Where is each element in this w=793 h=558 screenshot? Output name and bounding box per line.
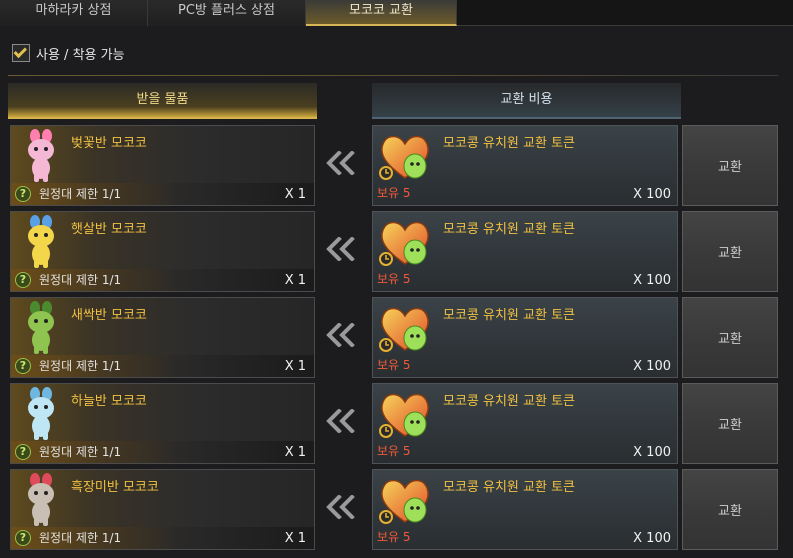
- owned-count: 보유 5: [377, 272, 411, 286]
- tab-mokoko-exchange[interactable]: 모코코 교환: [306, 0, 457, 26]
- owned-count: 보유 5: [377, 186, 411, 200]
- reward-name: 하늘반 모코코: [71, 394, 147, 409]
- reward-quantity: X 1: [284, 273, 306, 288]
- double-chevron-left-icon: [326, 323, 355, 347]
- heart-token-icon: [379, 393, 429, 438]
- question-icon[interactable]: ?: [15, 443, 31, 460]
- cost-slot[interactable]: 모코콩 유치원 교환 토큰 보유 5 X 100: [372, 297, 678, 378]
- cost-quantity: X 100: [633, 273, 671, 288]
- cost-quantity: X 100: [633, 445, 671, 460]
- reward-quantity: X 1: [284, 445, 306, 460]
- expedition-limit: ? 원정대 제한 1/1: [15, 357, 121, 374]
- reward-slot[interactable]: 벚꽃반 모코코 ? 원정대 제한 1/1 X 1: [10, 125, 315, 206]
- owned-count: 보유 5: [377, 530, 411, 544]
- limit-text: 원정대 제한 1/1: [39, 531, 122, 545]
- mokoko-avatar-icon: [28, 473, 54, 526]
- reward-quantity: X 1: [284, 359, 306, 374]
- cost-slot[interactable]: 모코콩 유치원 교환 토큰 보유 5 X 100: [372, 211, 678, 292]
- cost-item-name: 모코콩 유치원 교환 토큰: [443, 222, 575, 237]
- check-icon: [13, 44, 28, 58]
- expedition-limit: ? 원정대 제한 1/1: [15, 443, 121, 460]
- exchange-button[interactable]: 교환: [682, 211, 778, 292]
- question-icon[interactable]: ?: [15, 185, 31, 202]
- tab-maharaka-shop[interactable]: 마하라카 상점: [0, 0, 148, 26]
- heart-token-icon: [379, 479, 429, 524]
- cost-slot[interactable]: 모코콩 유치원 교환 토큰 보유 5 X 100: [372, 469, 678, 550]
- cost-quantity: X 100: [633, 531, 671, 546]
- exchange-button[interactable]: 교환: [682, 297, 778, 378]
- exchange-row: 흑장미반 모코코 ? 원정대 제한 1/1 X 1 모코콩 유치원 교환 토큰 …: [0, 469, 793, 552]
- receive-items-header: 받을 물품: [8, 83, 317, 119]
- reward-name: 벚꽃반 모코코: [71, 136, 147, 151]
- limit-text: 원정대 제한 1/1: [39, 445, 122, 459]
- double-chevron-left-icon: [326, 495, 355, 519]
- cost-item-name: 모코콩 유치원 교환 토큰: [443, 480, 575, 495]
- cost-item-name: 모코콩 유치원 교환 토큰: [443, 308, 575, 323]
- question-icon[interactable]: ?: [15, 271, 31, 288]
- reward-slot[interactable]: 새싹반 모코코 ? 원정대 제한 1/1 X 1: [10, 297, 315, 378]
- owned-count: 보유 5: [377, 444, 411, 458]
- reward-name: 흑장미반 모코코: [71, 480, 159, 495]
- double-chevron-left-icon: [326, 151, 355, 175]
- double-chevron-left-icon: [326, 409, 355, 433]
- heart-token-icon: [379, 307, 429, 352]
- limit-text: 원정대 제한 1/1: [39, 187, 122, 201]
- usable-filter[interactable]: 사용 / 착용 가능: [12, 43, 125, 63]
- usable-checkbox[interactable]: [12, 44, 30, 62]
- exchange-button[interactable]: 교환: [682, 125, 778, 206]
- heart-token-icon: [379, 221, 429, 266]
- reward-slot[interactable]: 햇살반 모코코 ? 원정대 제한 1/1 X 1: [10, 211, 315, 292]
- reward-name: 새싹반 모코코: [71, 308, 147, 323]
- exchange-button[interactable]: 교환: [682, 383, 778, 464]
- reward-name: 햇살반 모코코: [71, 222, 147, 237]
- question-icon[interactable]: ?: [15, 529, 31, 546]
- exchange-row: 새싹반 모코코 ? 원정대 제한 1/1 X 1 모코콩 유치원 교환 토큰 보…: [0, 297, 793, 380]
- tab-bar: 마하라카 상점 PC방 플러스 상점 모코코 교환: [0, 0, 793, 26]
- cost-item-name: 모코콩 유치원 교환 토큰: [443, 136, 575, 151]
- limit-text: 원정대 제한 1/1: [39, 359, 122, 373]
- exchange-row: 벚꽃반 모코코 ? 원정대 제한 1/1 X 1 모코콩 유치원 교환 토큰 보…: [0, 125, 793, 208]
- mokoko-avatar-icon: [28, 301, 54, 354]
- reward-quantity: X 1: [284, 531, 306, 546]
- mokoko-avatar-icon: [28, 215, 54, 268]
- expedition-limit: ? 원정대 제한 1/1: [15, 271, 121, 288]
- exchange-cost-header: 교환 비용: [372, 83, 681, 119]
- reward-slot[interactable]: 흑장미반 모코코 ? 원정대 제한 1/1 X 1: [10, 469, 315, 550]
- usable-filter-label: 사용 / 착용 가능: [36, 47, 125, 63]
- mokoko-avatar-icon: [28, 387, 54, 440]
- mokoko-avatar-icon: [28, 129, 54, 182]
- cost-quantity: X 100: [633, 359, 671, 374]
- question-icon[interactable]: ?: [15, 357, 31, 374]
- cost-item-name: 모코콩 유치원 교환 토큰: [443, 394, 575, 409]
- exchange-row: 하늘반 모코코 ? 원정대 제한 1/1 X 1 모코콩 유치원 교환 토큰 보…: [0, 383, 793, 466]
- reward-quantity: X 1: [284, 187, 306, 202]
- cost-quantity: X 100: [633, 187, 671, 202]
- reward-slot[interactable]: 하늘반 모코코 ? 원정대 제한 1/1 X 1: [10, 383, 315, 464]
- limit-text: 원정대 제한 1/1: [39, 273, 122, 287]
- cost-slot[interactable]: 모코콩 유치원 교환 토큰 보유 5 X 100: [372, 383, 678, 464]
- heart-token-icon: [379, 135, 429, 180]
- expedition-limit: ? 원정대 제한 1/1: [15, 185, 121, 202]
- owned-count: 보유 5: [377, 358, 411, 372]
- divider: [8, 75, 778, 76]
- expedition-limit: ? 원정대 제한 1/1: [15, 529, 121, 546]
- exchange-button[interactable]: 교환: [682, 469, 778, 550]
- cost-slot[interactable]: 모코콩 유치원 교환 토큰 보유 5 X 100: [372, 125, 678, 206]
- exchange-row: 햇살반 모코코 ? 원정대 제한 1/1 X 1 모코콩 유치원 교환 토큰 보…: [0, 211, 793, 294]
- tab-pc-plus-shop[interactable]: PC방 플러스 상점: [148, 0, 306, 26]
- double-chevron-left-icon: [326, 237, 355, 261]
